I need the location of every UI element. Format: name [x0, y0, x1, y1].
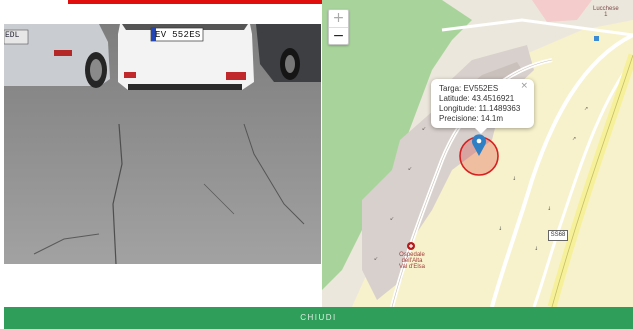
- popup-tip: [475, 128, 487, 134]
- zoom-out-button[interactable]: −: [329, 28, 348, 45]
- location-popup: × Targa: EV552ES Latitude: 43.4516921 Lo…: [431, 79, 534, 134]
- location-map[interactable]: ↙ ↙ ↙ ↙ ↗ ↗ ↓ ↓ ↓ ↓ + − Lucchese 1 Ospedale d…: [322, 0, 633, 307]
- svg-text:↓: ↓: [534, 246, 538, 252]
- svg-text:↗: ↗: [584, 106, 588, 112]
- popup-latitude: Latitude: 43.4516921: [439, 94, 515, 103]
- svg-text:↓: ↓: [498, 226, 502, 232]
- svg-text:↓: ↓: [547, 206, 551, 212]
- svg-text:↙: ↙: [408, 166, 412, 172]
- svg-text:↗: ↗: [572, 136, 576, 142]
- popup-plate: Targa: EV552ES: [439, 84, 499, 93]
- vehicle-photo: EDL EV 552ES: [4, 24, 321, 264]
- zoom-in-button[interactable]: +: [329, 10, 348, 28]
- close-button[interactable]: CHIUDI: [4, 307, 633, 329]
- top-right-place-label: Lucchese 1: [593, 6, 619, 18]
- svg-text:↙: ↙: [374, 256, 378, 262]
- popup-longitude: Longitude: 11.1489363: [439, 104, 521, 113]
- svg-text:↓: ↓: [512, 176, 516, 182]
- left-plate-text: EDL: [5, 31, 20, 40]
- center-plate-text: EV 552ES: [155, 30, 201, 40]
- road-shield-ss68: SS68: [548, 230, 568, 241]
- svg-text:↙: ↙: [390, 216, 394, 222]
- zoom-controls: + −: [328, 9, 349, 45]
- popup-close-icon[interactable]: ×: [520, 81, 528, 91]
- hospital-label-line3: Val d'Elsa: [398, 264, 426, 270]
- hospital-label: Ospedale dell'Alta Val d'Elsa: [396, 252, 428, 270]
- top-label-line2: 1: [604, 12, 608, 18]
- svg-text:↙: ↙: [422, 126, 426, 132]
- popup-precision: Precisione: 14.1m: [439, 114, 504, 123]
